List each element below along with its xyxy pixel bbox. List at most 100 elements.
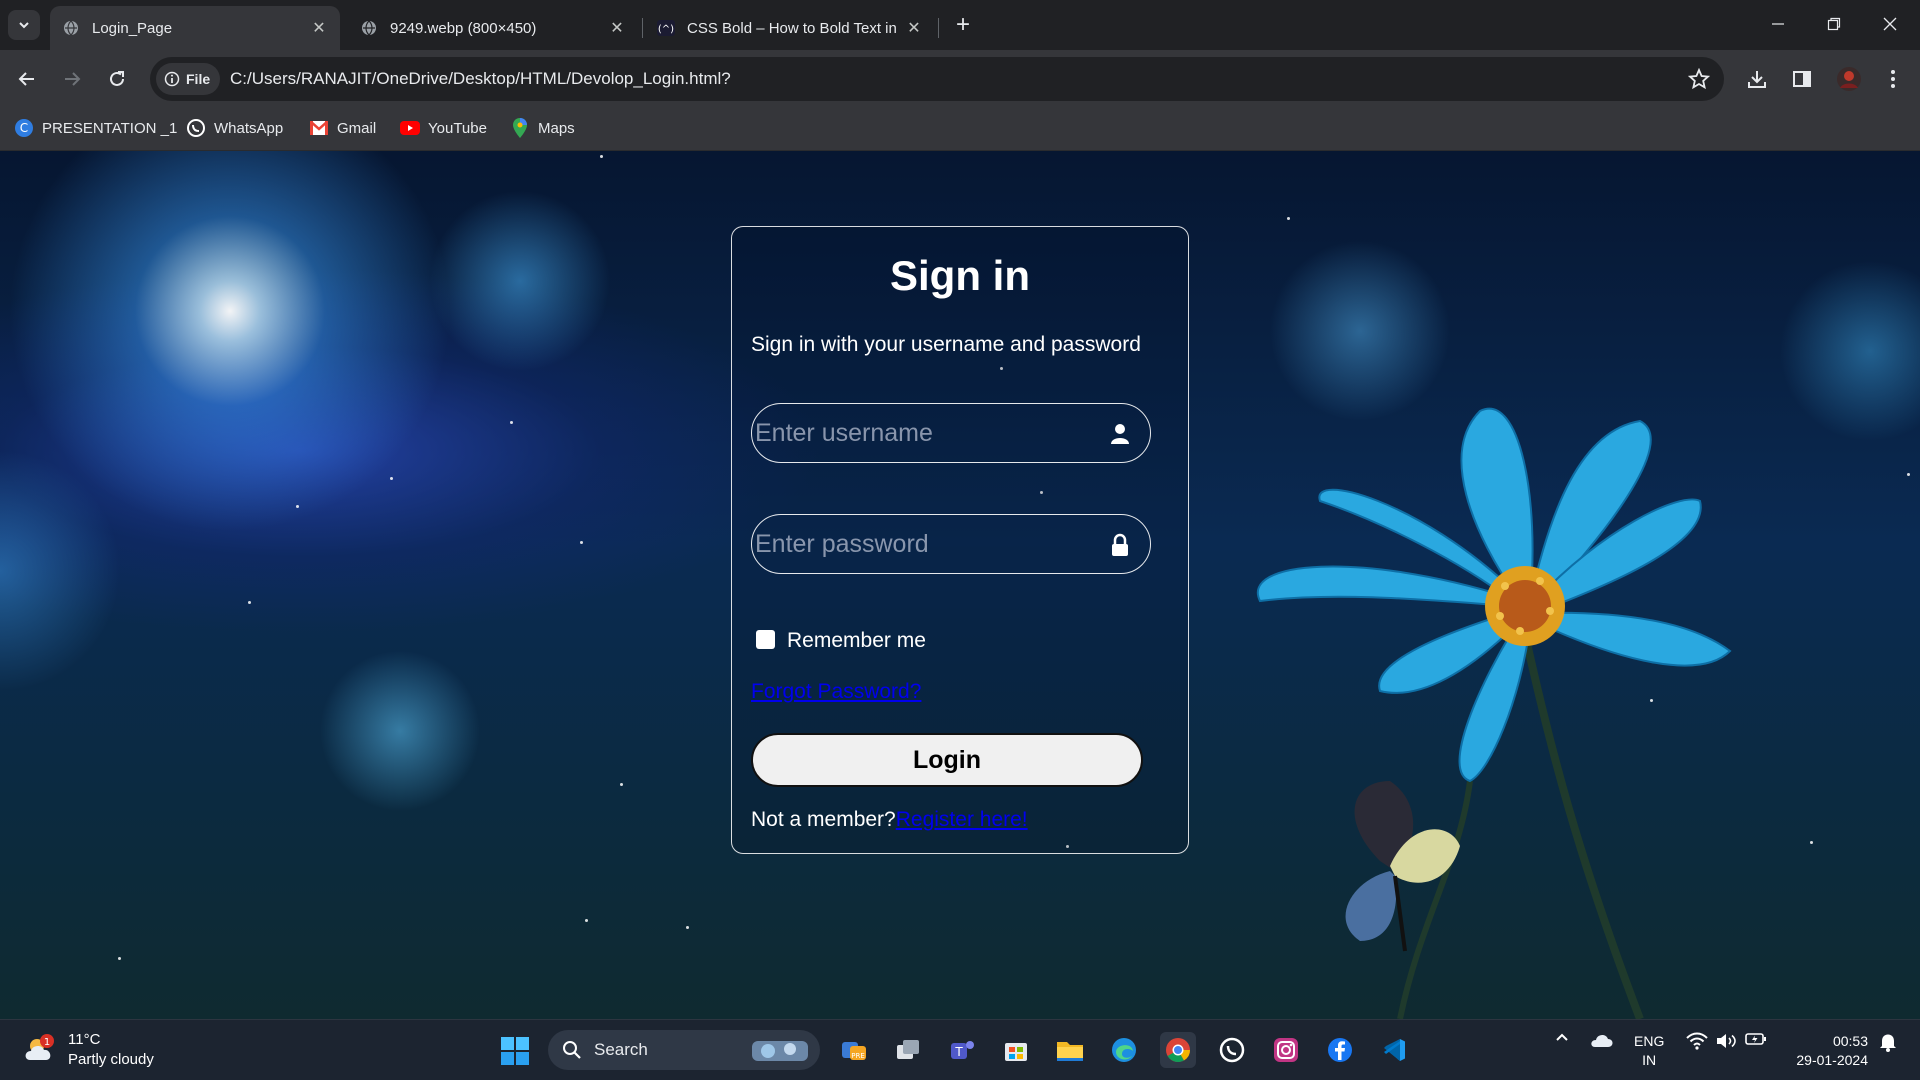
password-input[interactable] bbox=[755, 523, 1085, 565]
weather-widget[interactable]: 1 11°C Partly cloudy bbox=[22, 1030, 154, 1070]
tab-title: 9249.webp (800×450) bbox=[390, 19, 537, 37]
chevron-up-icon bbox=[1556, 1033, 1568, 1041]
svg-text:C: C bbox=[20, 121, 28, 135]
gmail-icon bbox=[309, 118, 329, 138]
bookmark-star-icon[interactable] bbox=[1687, 67, 1711, 95]
taskbar-app-teams[interactable]: T bbox=[944, 1032, 980, 1068]
background-star bbox=[390, 477, 393, 480]
show-hidden-icons-button[interactable] bbox=[1552, 1032, 1572, 1042]
minimize-button[interactable] bbox=[1760, 8, 1796, 40]
background-star bbox=[248, 601, 251, 604]
notifications-button[interactable] bbox=[1876, 1032, 1900, 1052]
weather-desc: Partly cloudy bbox=[68, 1051, 154, 1068]
site-info-chip[interactable]: File bbox=[156, 63, 221, 95]
tab-css-bold[interactable]: (^) CSS Bold – How to Bold Text in ✕ bbox=[645, 6, 935, 50]
close-icon bbox=[1883, 17, 1897, 31]
taskbar-search[interactable]: Search bbox=[548, 1030, 820, 1070]
flower-illustration bbox=[1256, 407, 1732, 1019]
edge-icon bbox=[1112, 1038, 1136, 1062]
register-link[interactable]: Register here! bbox=[896, 808, 1028, 831]
username-input[interactable] bbox=[755, 412, 1085, 454]
taskbar-app-copilot[interactable]: PRE bbox=[836, 1032, 872, 1068]
speaker-icon bbox=[1717, 1034, 1736, 1048]
background-star bbox=[600, 155, 603, 158]
svg-text:T: T bbox=[954, 1045, 963, 1059]
taskbar-app-file-explorer[interactable] bbox=[1052, 1032, 1088, 1068]
close-tab-icon[interactable]: ✕ bbox=[608, 19, 626, 37]
remember-checkbox[interactable] bbox=[756, 629, 775, 649]
tab-title: Login_Page bbox=[92, 19, 173, 37]
windows-taskbar: 1 11°C Partly cloudy Search PRE T ENG IN… bbox=[0, 1019, 1920, 1080]
back-button[interactable] bbox=[10, 62, 44, 96]
downloads-button[interactable] bbox=[1742, 64, 1772, 94]
bookmark-gmail[interactable]: Gmail bbox=[309, 118, 376, 138]
taskbar-app-edge[interactable] bbox=[1106, 1032, 1142, 1068]
side-panel-button[interactable] bbox=[1787, 64, 1817, 94]
canva-icon: C bbox=[14, 118, 34, 138]
minimize-icon bbox=[1772, 23, 1784, 25]
taskbar-app-store[interactable] bbox=[998, 1032, 1034, 1068]
restore-button[interactable] bbox=[1816, 8, 1852, 40]
tab-separator bbox=[642, 18, 643, 38]
volume-button[interactable] bbox=[1714, 1032, 1738, 1050]
forward-button[interactable] bbox=[55, 62, 89, 96]
taskbar-app-instagram[interactable] bbox=[1268, 1032, 1304, 1068]
close-tab-icon[interactable]: ✕ bbox=[310, 19, 328, 37]
bookmark-whatsapp[interactable]: WhatsApp bbox=[186, 118, 283, 138]
close-tab-icon[interactable]: ✕ bbox=[905, 19, 923, 37]
address-bar[interactable]: File C:/Users/RANAJIT/OneDrive/Desktop/H… bbox=[150, 57, 1724, 101]
chrome-icon bbox=[1166, 1038, 1190, 1063]
bookmark-label: Gmail bbox=[337, 119, 377, 137]
taskbar-app-facebook[interactable] bbox=[1322, 1032, 1358, 1068]
svg-text:PRE: PRE bbox=[851, 1052, 865, 1060]
background-star bbox=[296, 505, 299, 508]
background-star bbox=[585, 919, 588, 922]
taskbar-app-task-view[interactable] bbox=[890, 1032, 926, 1068]
copilot-icon: PRE bbox=[842, 1042, 866, 1060]
globe-icon bbox=[62, 19, 80, 37]
folder-icon bbox=[1057, 1042, 1083, 1061]
lang-line1: ENG bbox=[1634, 1033, 1665, 1049]
clock[interactable]: 00:53 29-01-2024 bbox=[1784, 1032, 1868, 1070]
menu-button[interactable] bbox=[1878, 64, 1908, 94]
maps-icon bbox=[510, 118, 530, 138]
cloud-icon bbox=[1591, 1034, 1613, 1047]
taskbar-app-chrome[interactable] bbox=[1160, 1032, 1196, 1068]
forgot-password-link[interactable]: Forgot Password? bbox=[751, 680, 921, 704]
tab-strip: Login_Page ✕ 9249.webp (800×450) ✕ (^) C… bbox=[0, 0, 1920, 50]
tab-search-button[interactable] bbox=[8, 10, 40, 40]
reload-button[interactable] bbox=[100, 62, 134, 96]
search-label: Search bbox=[594, 1040, 648, 1059]
bookmark-youtube[interactable]: YouTube bbox=[400, 118, 487, 138]
close-window-button[interactable] bbox=[1872, 8, 1908, 40]
bookmark-maps[interactable]: Maps bbox=[510, 118, 575, 138]
chevron-down-icon bbox=[19, 22, 29, 29]
download-icon bbox=[1748, 71, 1766, 88]
login-button[interactable]: Login bbox=[751, 733, 1143, 787]
start-button[interactable] bbox=[500, 1036, 530, 1071]
bookmark-label: PRESENTATION _1 bbox=[42, 119, 178, 137]
bookmark-label: Maps bbox=[538, 119, 575, 137]
language-indicator[interactable]: ENG IN bbox=[1634, 1032, 1664, 1070]
windows-icon bbox=[501, 1037, 529, 1065]
weather-badge: 1 bbox=[44, 1037, 50, 1048]
url-text[interactable]: C:/Users/RANAJIT/OneDrive/Desktop/HTML/D… bbox=[230, 69, 731, 89]
onedrive-button[interactable] bbox=[1588, 1032, 1616, 1048]
arrow-right-icon bbox=[65, 72, 81, 86]
background-star bbox=[1287, 217, 1290, 220]
wifi-button[interactable] bbox=[1685, 1032, 1709, 1050]
password-field bbox=[751, 514, 1151, 574]
taskbar-app-vscode[interactable] bbox=[1376, 1032, 1412, 1068]
tab-login-page[interactable]: Login_Page ✕ bbox=[50, 6, 340, 50]
profile-avatar[interactable] bbox=[1834, 64, 1864, 94]
background-star bbox=[686, 926, 689, 929]
login-subtitle: Sign in with your username and password bbox=[751, 333, 1141, 356]
svg-text:(^): (^) bbox=[658, 24, 674, 35]
bookmark-presentation[interactable]: C PRESENTATION _1 bbox=[14, 118, 177, 138]
battery-button[interactable] bbox=[1744, 1032, 1768, 1046]
tab-image[interactable]: 9249.webp (800×450) ✕ bbox=[348, 6, 638, 50]
taskbar-app-whatsapp[interactable] bbox=[1214, 1032, 1250, 1068]
remember-label: Remember me bbox=[787, 629, 926, 652]
new-tab-button[interactable]: + bbox=[950, 11, 976, 38]
background-star bbox=[1810, 841, 1813, 844]
